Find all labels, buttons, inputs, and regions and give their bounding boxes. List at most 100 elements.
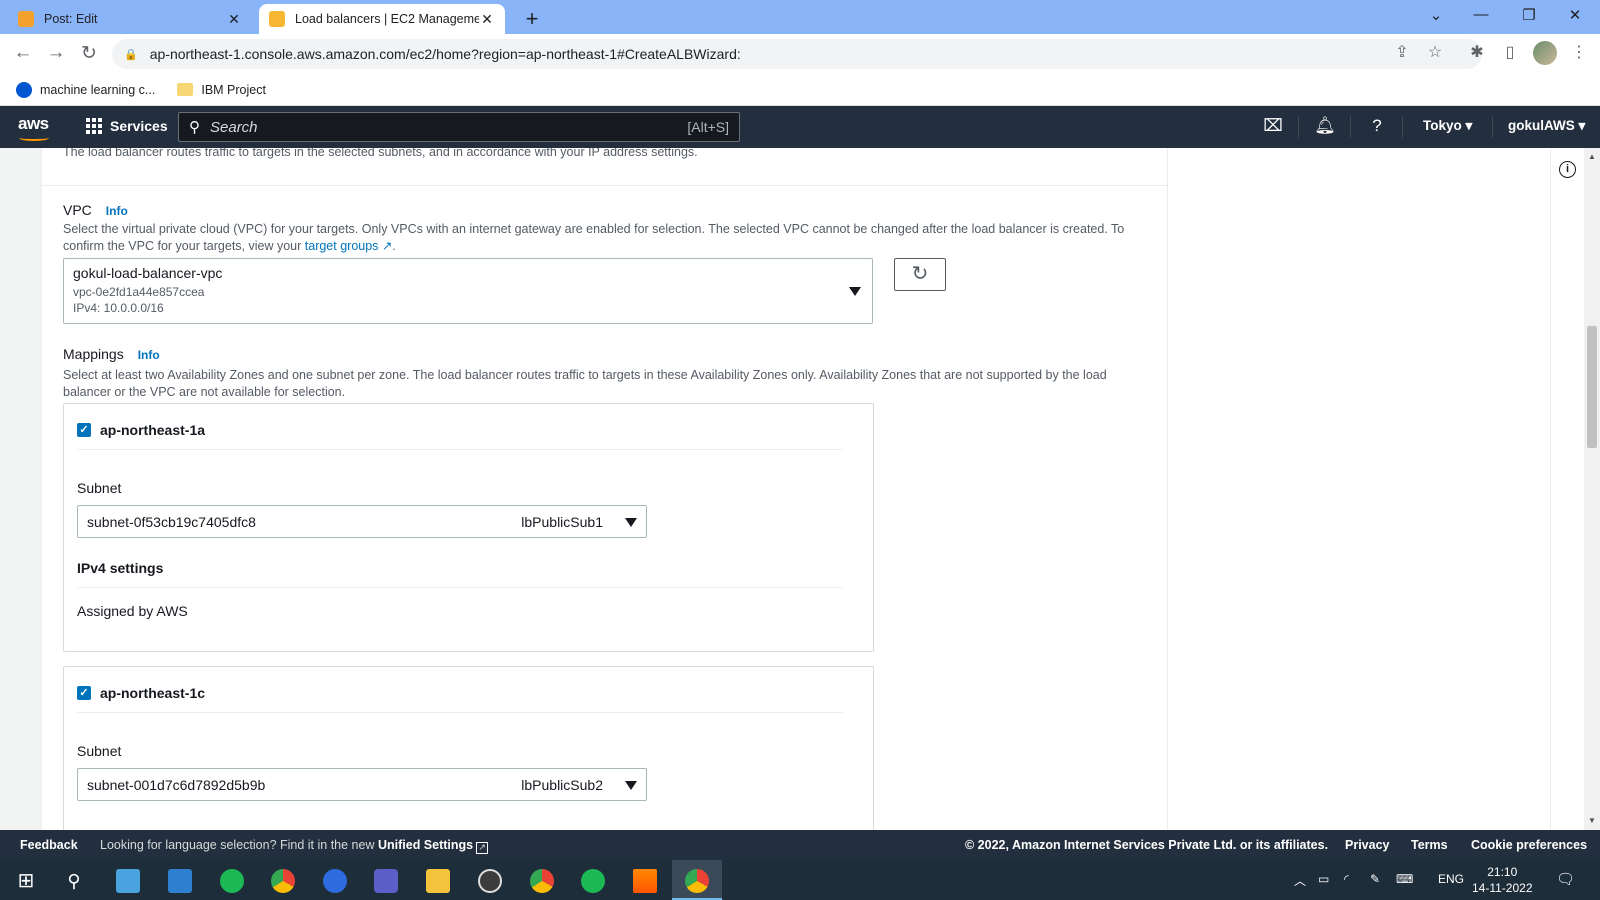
az-checkbox-1c[interactable]: ✓ bbox=[77, 686, 91, 700]
aws-top-nav: aws Services ⚲ Search [Alt+S] ⌧ 🔔︎ ? Tok… bbox=[0, 106, 1600, 148]
vpc-selected-name: gokul-load-balancer-vpc bbox=[73, 265, 223, 281]
ipv4-assigned-value: Assigned by AWS bbox=[77, 603, 188, 619]
windows-start-icon[interactable]: ⊞ bbox=[14, 869, 38, 893]
panel-description: The load balancer routes traffic to targ… bbox=[63, 148, 698, 159]
chrome-active-icon[interactable] bbox=[685, 869, 709, 893]
reload-icon[interactable]: ↻ bbox=[76, 42, 102, 65]
info-panel-icon[interactable]: i bbox=[1559, 161, 1576, 178]
notification-center-icon[interactable]: 🗨︎ bbox=[1556, 870, 1575, 888]
privacy-link[interactable]: Privacy bbox=[1345, 838, 1389, 852]
bookmark-label: machine learning c... bbox=[40, 82, 156, 97]
scroll-up-icon[interactable]: ▲ bbox=[1588, 152, 1596, 161]
restore-button[interactable]: ❐ bbox=[1514, 6, 1544, 24]
right-pane bbox=[1168, 148, 1550, 830]
vpc-selected-cidr: IPv4: 10.0.0.0/16 bbox=[73, 301, 164, 315]
chrome-icon[interactable] bbox=[271, 869, 295, 893]
search-input[interactable]: ⚲ Search [Alt+S] bbox=[178, 112, 740, 142]
console-footer: Feedback Looking for language selection?… bbox=[0, 830, 1600, 860]
mail-icon[interactable] bbox=[168, 869, 192, 893]
subnet-label: Subnet bbox=[77, 480, 122, 496]
subnet-name: lbPublicSub2 bbox=[521, 776, 603, 793]
nav-divider bbox=[1402, 116, 1403, 138]
keyboard-icon[interactable]: ⌨ bbox=[1396, 872, 1413, 886]
close-tab-icon[interactable]: ✕ bbox=[226, 11, 242, 28]
minimize-button[interactable]: — bbox=[1466, 6, 1496, 23]
url-bar[interactable]: 🔒 ap-northeast-1.console.aws.amazon.com/… bbox=[112, 39, 1482, 69]
bookmark-star-icon[interactable]: ☆ bbox=[1422, 42, 1448, 62]
cloudshell-icon[interactable]: ⌧ bbox=[1262, 116, 1284, 136]
folder-icon bbox=[177, 83, 194, 96]
help-icon[interactable]: ? bbox=[1366, 116, 1388, 136]
scroll-down-icon[interactable]: ▼ bbox=[1588, 816, 1596, 825]
services-menu-button[interactable]: Services bbox=[86, 118, 168, 134]
aws-logo-smile bbox=[19, 135, 49, 141]
az-name: ap-northeast-1a bbox=[100, 422, 206, 438]
tab-post-edit[interactable]: Post: Edit ✕ bbox=[8, 4, 252, 34]
profile-avatar[interactable] bbox=[1533, 41, 1557, 65]
lock-icon[interactable]: 🔒 bbox=[124, 48, 138, 61]
share-icon[interactable]: ⇪ bbox=[1389, 42, 1415, 62]
pen-icon[interactable]: ✎ bbox=[1370, 872, 1380, 886]
subnet-id: subnet-001d7c6d7892d5b9b bbox=[87, 776, 266, 793]
vpc-label-row: VPC Info bbox=[63, 202, 128, 218]
aws-logo[interactable]: aws bbox=[18, 114, 49, 134]
divider bbox=[77, 449, 843, 450]
refresh-vpc-button[interactable]: ↻ bbox=[894, 258, 946, 291]
notifications-bell-icon[interactable]: 🔔︎ bbox=[1314, 116, 1336, 136]
bookmark-ibm-project[interactable]: IBM Project bbox=[177, 83, 266, 97]
file-explorer-icon[interactable] bbox=[426, 869, 450, 893]
extensions-icon[interactable]: ✱ bbox=[1464, 42, 1490, 62]
copyright: © 2022, Amazon Internet Services Private… bbox=[965, 838, 1329, 852]
az-name: ap-northeast-1c bbox=[100, 685, 206, 701]
chrome-profile-icon[interactable] bbox=[530, 869, 554, 893]
battery-icon[interactable]: ▭ bbox=[1318, 872, 1329, 886]
spotify-icon[interactable] bbox=[581, 869, 605, 893]
external-link-icon[interactable]: ↗ bbox=[382, 239, 392, 253]
search-icon[interactable]: ⚲ bbox=[62, 869, 86, 893]
language-indicator[interactable]: ENG bbox=[1438, 872, 1464, 886]
vlc-icon[interactable] bbox=[633, 869, 657, 893]
media-player-icon[interactable] bbox=[478, 869, 502, 893]
teams-icon[interactable] bbox=[374, 869, 398, 893]
close-window-button[interactable]: ✕ bbox=[1560, 6, 1590, 24]
blogger-icon bbox=[18, 11, 34, 27]
spotify-icon[interactable] bbox=[220, 869, 244, 893]
nav-divider bbox=[1298, 116, 1299, 138]
mappings-help-text: Select at least two Availability Zones a… bbox=[63, 368, 1107, 399]
wifi-icon[interactable]: ◜ bbox=[1344, 872, 1349, 886]
bookmark-machine-learning[interactable]: machine learning c... bbox=[16, 81, 156, 98]
close-tab-icon[interactable]: ✕ bbox=[479, 11, 495, 28]
target-groups-link[interactable]: target groups bbox=[305, 239, 379, 253]
external-link-icon: ↗ bbox=[476, 842, 489, 854]
back-icon[interactable]: ← bbox=[10, 42, 36, 64]
vpc-label: VPC bbox=[63, 202, 92, 218]
page-scrollbar[interactable]: ▲ ▼ bbox=[1584, 148, 1600, 830]
terms-link[interactable]: Terms bbox=[1411, 838, 1448, 852]
refresh-icon: ↻ bbox=[911, 263, 929, 285]
unified-settings-link[interactable]: Unified Settings bbox=[378, 838, 473, 852]
subnet-select-1a[interactable]: subnet-0f53cb19c7405dfc8 lbPublicSub1 bbox=[77, 505, 647, 538]
tab-search-icon[interactable]: ⌄ bbox=[1421, 6, 1451, 24]
tab-title: Load balancers | EC2 Managemen bbox=[295, 12, 479, 26]
tray-chevron-icon[interactable]: ︿ bbox=[1294, 872, 1306, 889]
system-clock[interactable]: 21:10 14-11-2022 bbox=[1472, 864, 1533, 896]
az-checkbox-1a[interactable]: ✓ bbox=[77, 423, 91, 437]
app-icon[interactable] bbox=[116, 869, 140, 893]
account-menu[interactable]: gokulAWS ▾ bbox=[1508, 118, 1585, 134]
new-tab-button[interactable]: + bbox=[520, 6, 544, 32]
main-content: The load balancer routes traffic to targ… bbox=[0, 148, 1600, 830]
region-selector[interactable]: Tokyo ▾ bbox=[1423, 118, 1472, 134]
scroll-thumb[interactable] bbox=[1587, 326, 1597, 448]
side-panel-icon[interactable]: ▯ bbox=[1497, 42, 1523, 62]
mappings-info-link[interactable]: Info bbox=[138, 348, 160, 362]
feedback-link[interactable]: Feedback bbox=[20, 838, 78, 852]
vpc-select[interactable]: gokul-load-balancer-vpc vpc-0e2fd1a44e85… bbox=[63, 258, 873, 324]
qbittorrent-icon[interactable] bbox=[323, 869, 347, 893]
subnet-select-1c[interactable]: subnet-001d7c6d7892d5b9b lbPublicSub2 bbox=[77, 768, 647, 801]
vpc-info-link[interactable]: Info bbox=[106, 204, 128, 218]
forward-icon[interactable]: → bbox=[43, 42, 69, 64]
tab-load-balancers[interactable]: Load balancers | EC2 Managemen ✕ bbox=[259, 4, 505, 34]
vpc-help-end: . bbox=[392, 238, 396, 253]
chrome-menu-icon[interactable]: ⋮ bbox=[1566, 42, 1592, 62]
cookie-preferences-link[interactable]: Cookie preferences bbox=[1471, 838, 1587, 852]
